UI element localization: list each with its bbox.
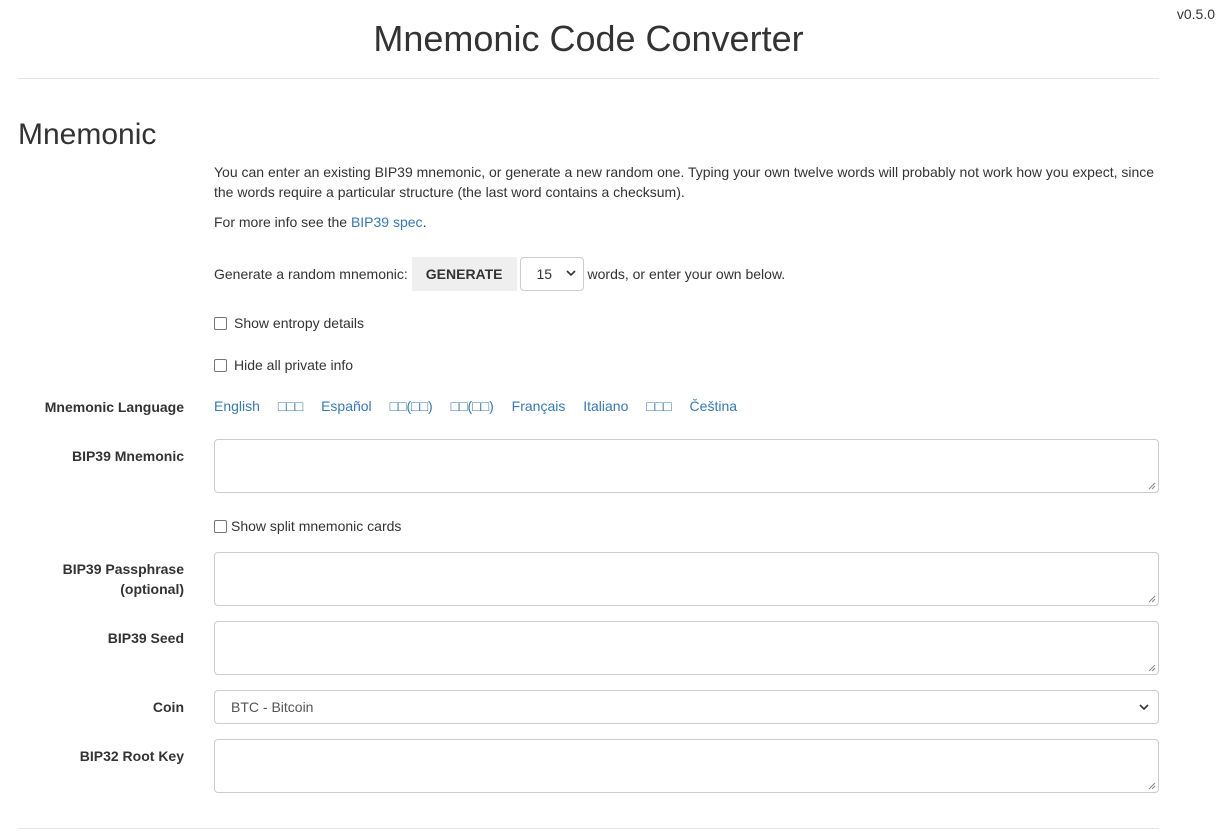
footer-divider [18, 828, 1159, 829]
show-entropy-row: Show entropy details [214, 313, 1159, 333]
coin-select[interactable]: BTC - Bitcoin [214, 690, 1159, 724]
word-count-select[interactable]: 15 [519, 257, 584, 291]
chevron-down-icon [565, 270, 576, 277]
hide-private-label: Hide all private info [234, 357, 354, 373]
split-cards-label: Show split mnemonic cards [231, 518, 402, 534]
generate-prefix: Generate a random mnemonic: [214, 266, 408, 282]
resize-handle-icon[interactable] [1148, 664, 1156, 672]
bip39-mnemonic-wrap [214, 439, 1159, 493]
language-french[interactable]: Français [512, 398, 566, 414]
generate-suffix: words, or enter your own below. [587, 266, 786, 282]
language-english[interactable]: English [214, 398, 260, 414]
more-info-suffix: . [422, 214, 427, 230]
page-title: Mnemonic Code Converter [373, 18, 804, 59]
language-japanese[interactable]: □□□ [278, 398, 303, 414]
show-entropy-label: Show entropy details [234, 315, 364, 331]
split-cards-checkbox[interactable] [214, 519, 227, 533]
intro-text: You can enter an existing BIP39 mnemonic… [214, 164, 1155, 200]
root-key-input[interactable] [214, 739, 1159, 793]
chevron-down-icon [1139, 704, 1149, 711]
show-entropy-checkbox[interactable] [214, 316, 227, 330]
root-key-wrap [214, 739, 1159, 793]
seed-input[interactable] [214, 621, 1159, 675]
seed-wrap [214, 621, 1159, 675]
language-label: Mnemonic Language [44, 399, 184, 415]
more-info-text: For more info see the BIP39 spec. [214, 212, 1159, 232]
passphrase-label-line1: BIP39 Passphrase [62, 561, 184, 577]
language-spanish[interactable]: Español [321, 398, 372, 414]
language-chinese-traditional[interactable]: □□(□□) [451, 398, 494, 414]
version-label: v0.5.0 [1176, 6, 1215, 22]
seed-label: BIP39 Seed [107, 630, 184, 646]
main-container: Mnemonic Code Converter Mnemonic You can… [18, 0, 1159, 829]
more-info-prefix: For more info see the [214, 214, 351, 230]
resize-handle-icon[interactable] [1148, 482, 1156, 490]
generate-row: Generate a random mnemonic: GENERATE 15 … [214, 257, 1159, 291]
coin-value: BTC - Bitcoin [231, 699, 314, 715]
passphrase-wrap [214, 552, 1159, 606]
generate-button[interactable]: GENERATE [411, 257, 517, 291]
root-key-label: BIP32 Root Key [79, 748, 184, 764]
language-korean[interactable]: □□□ [646, 398, 671, 414]
passphrase-input[interactable] [214, 552, 1159, 606]
language-chinese-simplified[interactable]: □□(□□) [390, 398, 433, 414]
hide-private-row: Hide all private info [214, 355, 1159, 375]
passphrase-label-line2: (optional) [120, 581, 184, 597]
word-count-value: 15 [536, 266, 553, 282]
split-cards-row: Show split mnemonic cards [214, 516, 1159, 536]
language-list: English □□□ Español □□(□□) □□(□□) França… [214, 396, 1159, 416]
hide-private-checkbox[interactable] [214, 358, 227, 372]
resize-handle-icon[interactable] [1148, 595, 1156, 603]
coin-wrap: BTC - Bitcoin [214, 690, 1159, 724]
language-czech[interactable]: Čeština [690, 398, 737, 414]
bip39-mnemonic-input[interactable] [214, 439, 1159, 493]
header-divider [18, 78, 1159, 79]
bip39-spec-link[interactable]: BIP39 spec [351, 214, 423, 230]
passphrase-label: BIP39 Passphrase (optional) [63, 559, 184, 599]
language-italian[interactable]: Italiano [583, 398, 628, 414]
section-title-mnemonic: Mnemonic [18, 118, 157, 151]
coin-label: Coin [152, 699, 184, 715]
bip39-mnemonic-label: BIP39 Mnemonic [71, 448, 184, 464]
resize-handle-icon[interactable] [1148, 782, 1156, 790]
